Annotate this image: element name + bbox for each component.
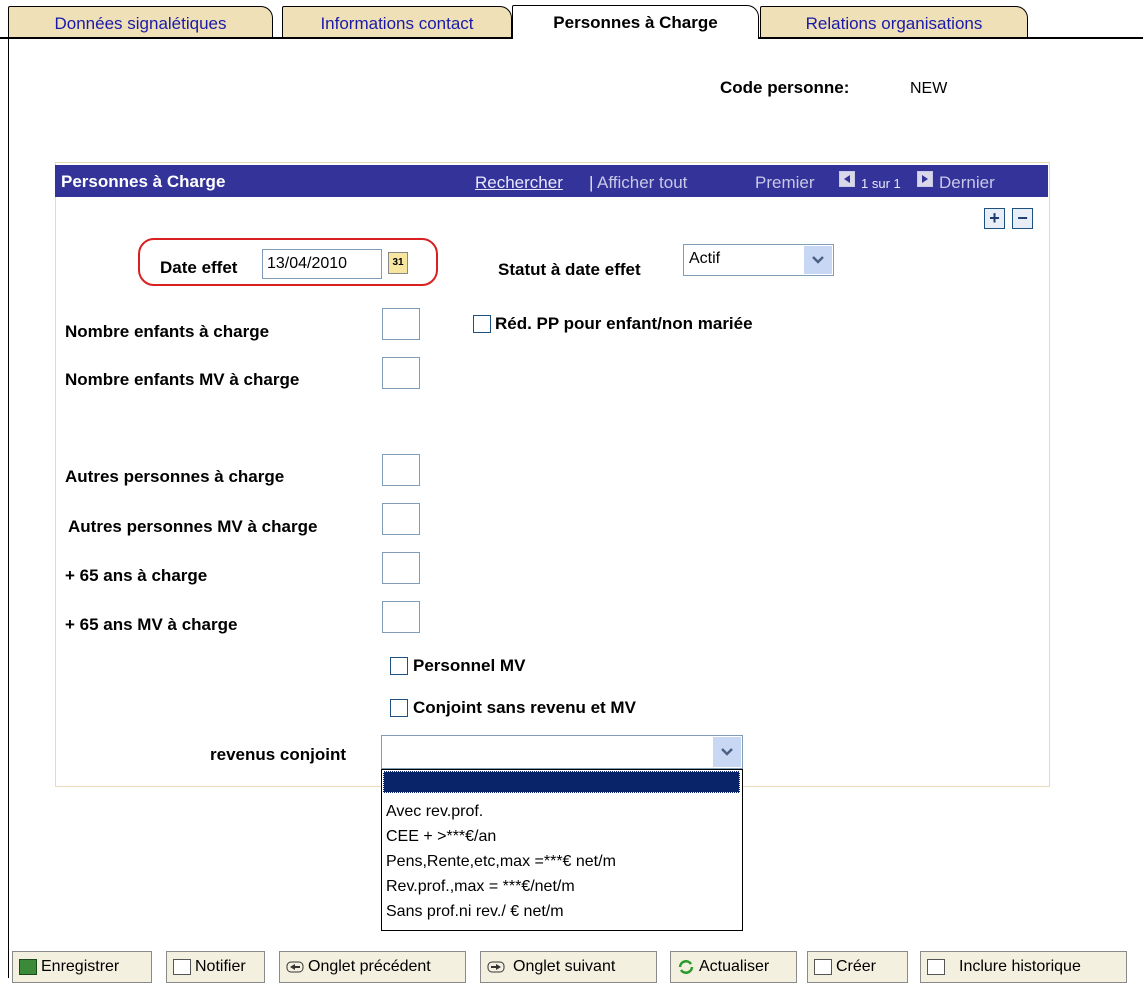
plus65-mv-label: + 65 ans MV à charge <box>65 615 238 634</box>
nb-enfants-label: Nombre enfants à charge <box>65 322 270 341</box>
notify-icon <box>173 959 191 975</box>
tab-donnees-signaletiques[interactable]: Données signalétiques <box>8 6 273 38</box>
tab-informations-contact[interactable]: Informations contact <box>282 6 512 38</box>
nb-enfants-mv-label: Nombre enfants MV à charge <box>65 370 300 389</box>
dropdown-option[interactable]: Avec rev.prof. <box>383 800 740 824</box>
tab-label: Informations contact <box>320 14 474 33</box>
red-pp-label: Réd. PP pour enfant/non mariée <box>495 314 753 333</box>
remove-row-button[interactable]: − <box>1012 208 1033 229</box>
search-link[interactable]: Rechercher <box>475 173 563 193</box>
tab-label: Personnes à Charge <box>553 13 718 32</box>
tab-personnes-a-charge[interactable]: Personnes à Charge <box>512 5 759 39</box>
save-label: Enregistrer <box>41 958 120 975</box>
code-personne-value: NEW <box>910 80 948 97</box>
personnel-mv-checkbox[interactable] <box>390 657 408 675</box>
arrow-right-icon <box>487 959 505 975</box>
autres-label: Autres personnes à charge <box>65 467 285 486</box>
dropdown-option[interactable]: Rev.prof.,max = ***€/net/m <box>383 875 740 899</box>
autres-input[interactable] <box>382 454 420 486</box>
chevron-down-icon[interactable] <box>804 246 832 274</box>
calendar-icon[interactable]: 31 <box>388 252 408 274</box>
refresh-button[interactable]: Actualiser <box>670 951 797 983</box>
plus65-label: + 65 ans à charge <box>65 566 208 585</box>
minus-icon: − <box>1017 208 1028 228</box>
tab-label: Données signalétiques <box>54 14 227 33</box>
include-history-button[interactable]: Inclure historique <box>920 951 1127 983</box>
date-effet-input[interactable] <box>262 249 382 279</box>
refresh-label: Actualiser <box>699 958 770 975</box>
statut-label: Statut à date effet <box>498 260 641 279</box>
panel-title: Personnes à Charge <box>61 172 226 191</box>
save-button[interactable]: Enregistrer <box>12 951 152 983</box>
create-label: Créer <box>836 958 877 975</box>
dropdown-option[interactable]: Pens,Rente,etc,max =***€ net/m <box>383 850 740 874</box>
arrow-left-icon <box>286 959 304 975</box>
previous-tab-button[interactable]: Onglet précédent <box>279 951 466 983</box>
conjoint-checkbox[interactable] <box>390 699 408 717</box>
revenus-select[interactable] <box>381 735 743 769</box>
nb-enfants-input[interactable] <box>382 308 420 340</box>
last-link[interactable]: Dernier <box>939 173 995 193</box>
next-tab-button[interactable]: Onglet suivant <box>480 951 657 983</box>
notify-button[interactable]: Notifier <box>166 951 265 983</box>
pager-text: 1 sur 1 <box>861 176 901 191</box>
create-button[interactable]: Créer <box>807 951 908 983</box>
code-personne-label: Code personne: <box>720 78 850 97</box>
header-separator: | <box>589 173 594 192</box>
previous-arrow-icon[interactable] <box>839 171 855 187</box>
conjoint-label: Conjoint sans revenu et MV <box>413 698 636 717</box>
plus65-mv-input[interactable] <box>382 601 420 633</box>
dropdown-option[interactable] <box>383 771 740 793</box>
next-tab-label: Onglet suivant <box>513 958 616 975</box>
chevron-down-icon[interactable] <box>713 737 741 767</box>
page-border <box>8 38 9 978</box>
date-effet-label: Date effet <box>160 258 238 277</box>
add-row-button[interactable]: + <box>984 208 1005 229</box>
nb-enfants-mv-input[interactable] <box>382 357 420 389</box>
tab-label: Relations organisations <box>805 14 983 33</box>
first-link[interactable]: Premier <box>755 173 815 193</box>
refresh-icon <box>677 959 695 975</box>
plus-icon: + <box>989 208 1000 228</box>
previous-tab-label: Onglet précédent <box>308 958 431 975</box>
notify-label: Notifier <box>195 958 246 975</box>
red-pp-checkbox[interactable] <box>473 315 491 333</box>
statut-select[interactable]: Actif <box>683 244 834 276</box>
tab-bar: Données signalétiques Informations conta… <box>0 0 1143 39</box>
next-arrow-icon[interactable] <box>917 171 933 187</box>
personnel-mv-label: Personnel MV <box>413 656 526 675</box>
history-label: Inclure historique <box>959 958 1081 975</box>
panel-header: Personnes à Charge Rechercher | Afficher… <box>55 165 1048 197</box>
dropdown-option[interactable]: Sans prof.ni rev./ € net/m <box>383 900 740 924</box>
autres-mv-label: Autres personnes MV à charge <box>68 517 318 536</box>
revenus-label: revenus conjoint <box>210 745 347 764</box>
tab-relations-organisations[interactable]: Relations organisations <box>760 6 1028 38</box>
statut-value: Actif <box>689 250 721 267</box>
history-icon <box>927 959 945 975</box>
plus65-input[interactable] <box>382 552 420 584</box>
create-icon <box>814 959 832 975</box>
autres-mv-input[interactable] <box>382 503 420 535</box>
dropdown-option[interactable]: CEE + >***€/an <box>383 825 740 849</box>
show-all-link[interactable]: Afficher tout <box>597 173 687 193</box>
save-icon <box>19 959 37 975</box>
